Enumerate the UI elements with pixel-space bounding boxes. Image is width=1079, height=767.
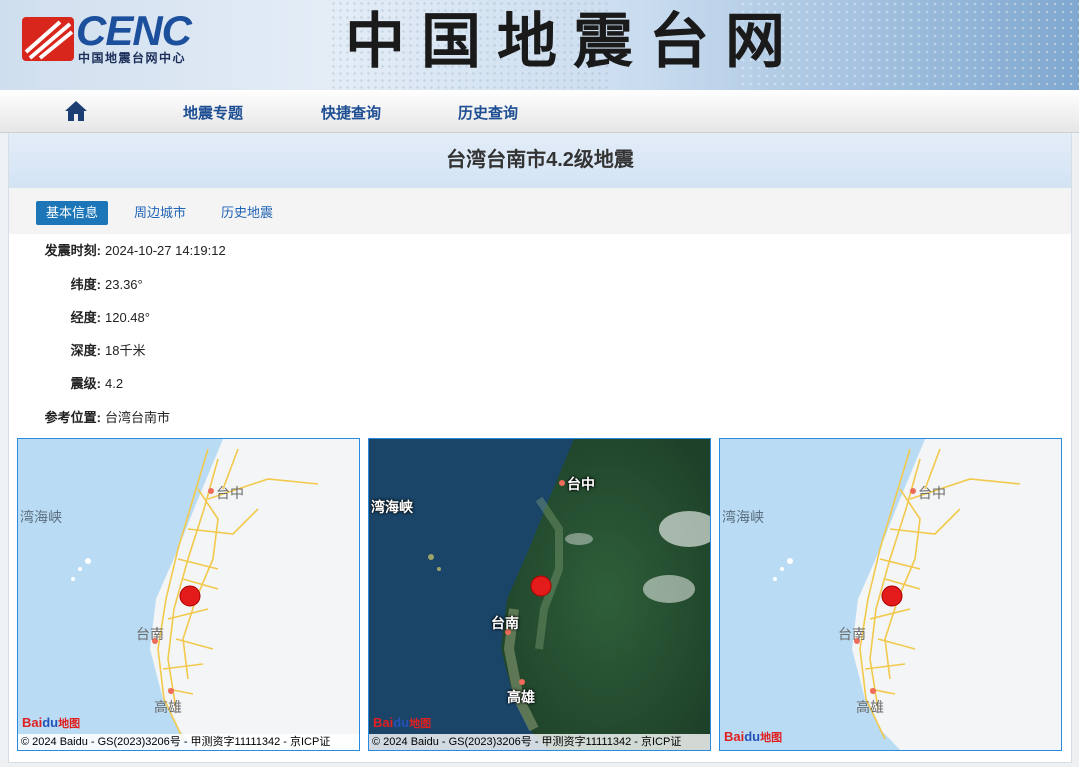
baidu-logo-bai: Bai [22,715,43,730]
content-panel: 台湾台南市4.2级地震 基本信息 周边城市 历史地震 发震时刻: 2024-10-… [8,133,1072,763]
info-label: 经度: [70,310,101,325]
map-label-tainan: 台南 [838,626,866,642]
logo-subtitle: 中国地震台网中心 [78,51,187,65]
tab-history-quakes[interactable]: 历史地震 [211,201,283,225]
logo-text[interactable]: CENC [76,10,192,52]
tab-basic-info[interactable]: 基本信息 [36,201,109,225]
tab-nearby-cities[interactable]: 周边城市 [124,201,196,225]
map-label-tainan: 台南 [136,626,164,642]
map-label-gaoxiong: 高雄 [856,699,884,715]
info-row-magnitude: 震级: 4.2 [9,374,123,394]
epicenter-marker[interactable] [530,575,552,597]
info-label: 纬度: [70,277,101,292]
map-label-strait: 湾海峡 [371,499,413,515]
epicenter-marker[interactable] [179,585,201,607]
home-icon[interactable] [64,99,88,123]
info-value: 2024-10-27 14:19:12 [105,243,226,258]
info-value: 23.36° [105,277,143,292]
map-street-canvas[interactable] [18,439,360,751]
map-label-gaoxiong: 高雄 [154,699,182,715]
map-label-strait: 湾海峡 [722,509,764,525]
main-nav: 地震专题 快捷查询 历史查询 [0,90,1079,133]
map-street-2-canvas[interactable] [720,439,1062,751]
info-row-time: 发震时刻: 2024-10-27 14:19:12 [9,241,226,261]
map-label-taizhong: 台中 [918,485,946,501]
baidu-logo-icon[interactable]: Baidu地图 [373,715,431,733]
nav-item-quick-query[interactable]: 快捷查询 [321,102,381,123]
info-label: 深度: [70,343,101,358]
info-value: 120.48° [105,310,150,325]
baidu-logo-du: du [42,715,59,730]
map-label-strait: 湾海峡 [20,509,62,525]
info-row-depth: 深度: 18千米 [9,341,146,361]
baidu-logo-map: 地图 [409,718,432,730]
info-row-latitude: 纬度: 23.36° [9,275,143,295]
site-header: CENC 中国地震台网中心 中国地震台网 [0,0,1079,90]
baidu-logo-icon[interactable]: Baidu地图 [22,715,80,733]
nav-item-history-query[interactable]: 历史查询 [458,102,518,123]
baidu-logo-du: du [744,729,761,744]
info-value: 4.2 [105,376,124,391]
map-satellite-canvas[interactable] [369,439,711,751]
map-copyright: © 2024 Baidu - GS(2023)3206号 - 甲测资字11111… [18,734,359,750]
map-satellite[interactable]: 台中 湾海峡 台南 高雄 Baidu地图 © 2024 Baidu - GS(2… [368,438,711,751]
info-row-longitude: 经度: 120.48° [9,308,150,328]
info-row-location: 参考位置: 台湾台南市 [9,408,170,428]
baidu-logo-icon[interactable]: Baidu地图 [724,729,782,747]
epicenter-marker[interactable] [881,585,903,607]
baidu-logo-du: du [393,715,410,730]
info-value: 18千米 [105,343,146,358]
tab-bar: 基本信息 周边城市 历史地震 [9,188,1071,234]
map-copyright: © 2024 Baidu - GS(2023)3206号 - 甲测资字11111… [369,734,710,750]
map-street[interactable]: 台中 湾海峡 台南 高雄 Baidu地图 © 2024 Baidu - GS(2… [17,438,360,751]
page-title: 台湾台南市4.2级地震 [9,133,1071,188]
cenc-logo-icon[interactable] [20,14,76,64]
info-label: 参考位置: [44,410,101,425]
map-label-gaoxiong: 高雄 [507,689,535,705]
nav-item-earthquake-topics[interactable]: 地震专题 [183,102,243,123]
info-value: 台湾台南市 [105,410,171,425]
baidu-logo-map: 地图 [58,718,81,730]
site-title: 中国地震台网 [345,7,801,77]
baidu-logo-map: 地图 [760,732,783,744]
baidu-logo-bai: Bai [724,729,745,744]
map-label-taizhong: 台中 [567,476,595,492]
map-label-taizhong: 台中 [216,485,244,501]
map-label-tainan: 台南 [491,615,519,631]
map-street-2[interactable]: 台中 湾海峡 台南 高雄 Baidu地图 [719,438,1062,751]
info-label: 发震时刻: [44,243,101,258]
baidu-logo-bai: Bai [373,715,394,730]
info-label: 震级: [70,376,101,391]
